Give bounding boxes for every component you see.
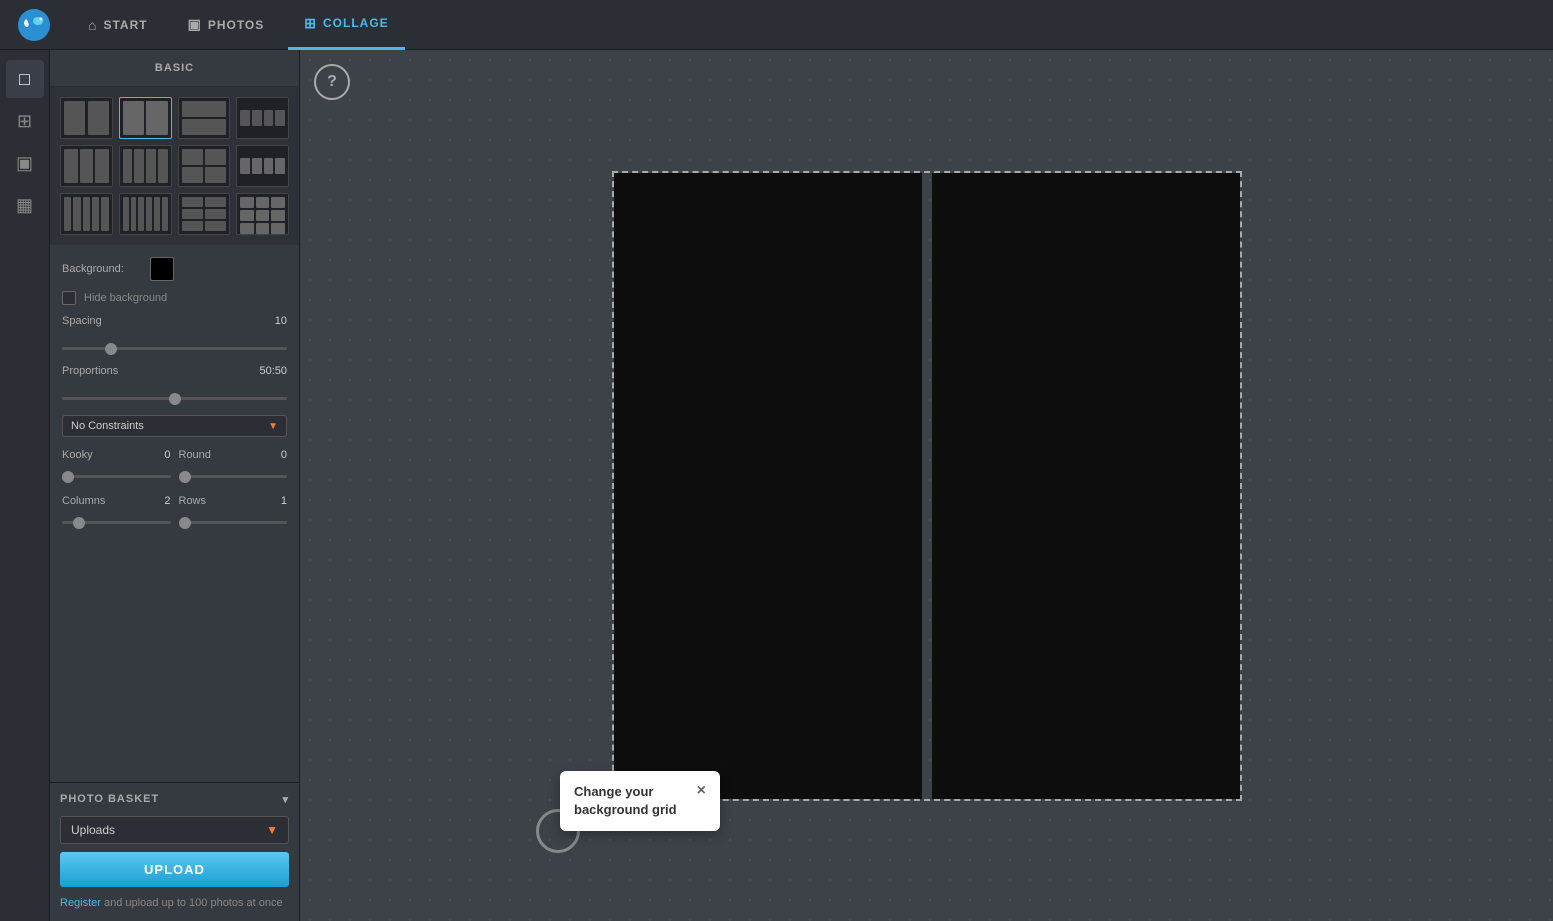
canvas-area: ? Change your background grid × xyxy=(300,50,1553,921)
rows-value: 1 xyxy=(281,495,287,507)
round-value: 0 xyxy=(281,449,287,461)
thumb-3[interactable] xyxy=(178,97,231,139)
kooky-slider[interactable] xyxy=(62,475,171,478)
uploads-dropdown-arrow: ▼ xyxy=(266,823,278,837)
sidebar-btn-layout[interactable]: ▦ xyxy=(6,186,44,224)
columns-slider-item: Columns 2 xyxy=(62,495,171,529)
thumb-9[interactable] xyxy=(60,193,113,235)
basket-title: PHOTO BASKET xyxy=(60,793,159,805)
spacing-row: Spacing 10 xyxy=(62,315,287,327)
top-nav: ⌂ START ▣ PHOTOS ⊞ COLLAGE xyxy=(0,0,1553,50)
background-label: Background: xyxy=(62,263,142,275)
icon-sidebar: □ ⊞ ▣ ▦ xyxy=(0,50,50,921)
thumb-11[interactable] xyxy=(178,193,231,235)
columns-value: 2 xyxy=(164,495,170,507)
controls-area: Background: Hide background Spacing 10 P… xyxy=(50,245,299,782)
hide-background-checkbox[interactable] xyxy=(62,291,76,305)
home-icon: ⌂ xyxy=(88,17,97,33)
thumb-4[interactable] xyxy=(236,97,289,139)
nav-start[interactable]: ⌂ START xyxy=(72,0,164,50)
constraints-dropdown-row: No Constraints ▼ xyxy=(62,415,287,437)
dropdown-arrow-icon: ▼ xyxy=(268,421,278,432)
spacing-label: Spacing xyxy=(62,315,142,327)
photos-icon: ▣ xyxy=(188,16,202,33)
columns-label: Columns xyxy=(62,495,105,507)
rows-label: Rows xyxy=(179,495,207,507)
proportions-slider-row xyxy=(62,387,287,405)
spacing-slider[interactable] xyxy=(62,347,287,350)
rows-slider[interactable] xyxy=(179,521,288,524)
sidebar-btn-grid2[interactable]: ▣ xyxy=(6,144,44,182)
collage-canvas xyxy=(612,171,1242,801)
thumb-1[interactable] xyxy=(60,97,113,139)
proportions-slider-container xyxy=(62,387,287,405)
hide-background-row: Hide background xyxy=(62,291,287,305)
nav-collage-label: COLLAGE xyxy=(323,16,389,30)
spacing-value: 10 xyxy=(275,315,287,327)
basket-header: PHOTO BASKET ▾ xyxy=(60,793,289,806)
main-layout: □ ⊞ ▣ ▦ BASIC xyxy=(0,50,1553,921)
round-slider-item: Round 0 xyxy=(179,449,288,483)
sidebar-btn-grid4[interactable]: ⊞ xyxy=(6,102,44,140)
photo-basket: PHOTO BASKET ▾ Uploads ▼ UPLOAD Register… xyxy=(50,782,299,921)
round-slider[interactable] xyxy=(179,475,288,478)
nav-start-label: START xyxy=(103,18,147,32)
spacing-slider-container xyxy=(62,337,287,355)
kooky-value: 0 xyxy=(164,449,170,461)
round-label: Round xyxy=(179,449,211,461)
thumb-7[interactable] xyxy=(178,145,231,187)
columns-rows-grid: Columns 2 Rows 1 xyxy=(62,495,287,529)
background-color-swatch[interactable] xyxy=(150,257,174,281)
register-link[interactable]: Register xyxy=(60,897,101,909)
register-suffix: and upload up to 100 photos at once xyxy=(101,897,283,909)
nav-collage[interactable]: ⊞ COLLAGE xyxy=(288,0,404,50)
proportions-row: Proportions 50:50 xyxy=(62,365,287,377)
left-panel: BASIC xyxy=(50,50,300,921)
thumb-5[interactable] xyxy=(60,145,113,187)
thumb-2[interactable] xyxy=(119,97,172,139)
collage-icon: ⊞ xyxy=(304,15,317,32)
uploads-label: Uploads xyxy=(71,823,115,837)
kooky-slider-item: Kooky 0 xyxy=(62,449,171,483)
proportions-label: Proportions xyxy=(62,365,142,377)
thumb-6[interactable] xyxy=(119,145,172,187)
no-constraints-dropdown[interactable]: No Constraints ▼ xyxy=(62,415,287,437)
nav-photos-label: PHOTOS xyxy=(208,18,264,32)
kooky-label: Kooky xyxy=(62,449,93,461)
collage-panel-2[interactable] xyxy=(932,173,1240,799)
uploads-dropdown[interactable]: Uploads ▼ xyxy=(60,816,289,844)
thumb-10[interactable] xyxy=(119,193,172,235)
columns-slider[interactable] xyxy=(62,521,171,524)
tooltip-text: Change your background grid xyxy=(574,783,685,819)
spacing-slider-row xyxy=(62,337,287,355)
hide-background-label: Hide background xyxy=(84,292,167,304)
panel-header: BASIC xyxy=(50,50,299,87)
thumb-12[interactable] xyxy=(236,193,289,235)
proportions-value: 50:50 xyxy=(259,365,287,377)
rows-slider-item: Rows 1 xyxy=(179,495,288,529)
tooltip-bubble: Change your background grid × xyxy=(560,771,720,831)
thumb-8[interactable] xyxy=(236,145,289,187)
background-row: Background: xyxy=(62,257,287,281)
upload-button[interactable]: UPLOAD xyxy=(60,852,289,887)
collage-panel-1[interactable] xyxy=(614,173,922,799)
basket-collapse-icon[interactable]: ▾ xyxy=(282,793,289,806)
proportions-slider[interactable] xyxy=(62,397,287,400)
tooltip-close-button[interactable]: × xyxy=(697,783,706,799)
register-text-container: Register and upload up to 100 photos at … xyxy=(60,895,289,912)
app-logo xyxy=(16,7,52,43)
sidebar-btn-square[interactable]: □ xyxy=(6,60,44,98)
help-button[interactable]: ? xyxy=(314,64,350,100)
no-constraints-label: No Constraints xyxy=(71,420,144,432)
thumbnails-area xyxy=(50,87,299,245)
kooky-round-grid: Kooky 0 Round 0 xyxy=(62,449,287,483)
nav-photos[interactable]: ▣ PHOTOS xyxy=(172,0,281,50)
